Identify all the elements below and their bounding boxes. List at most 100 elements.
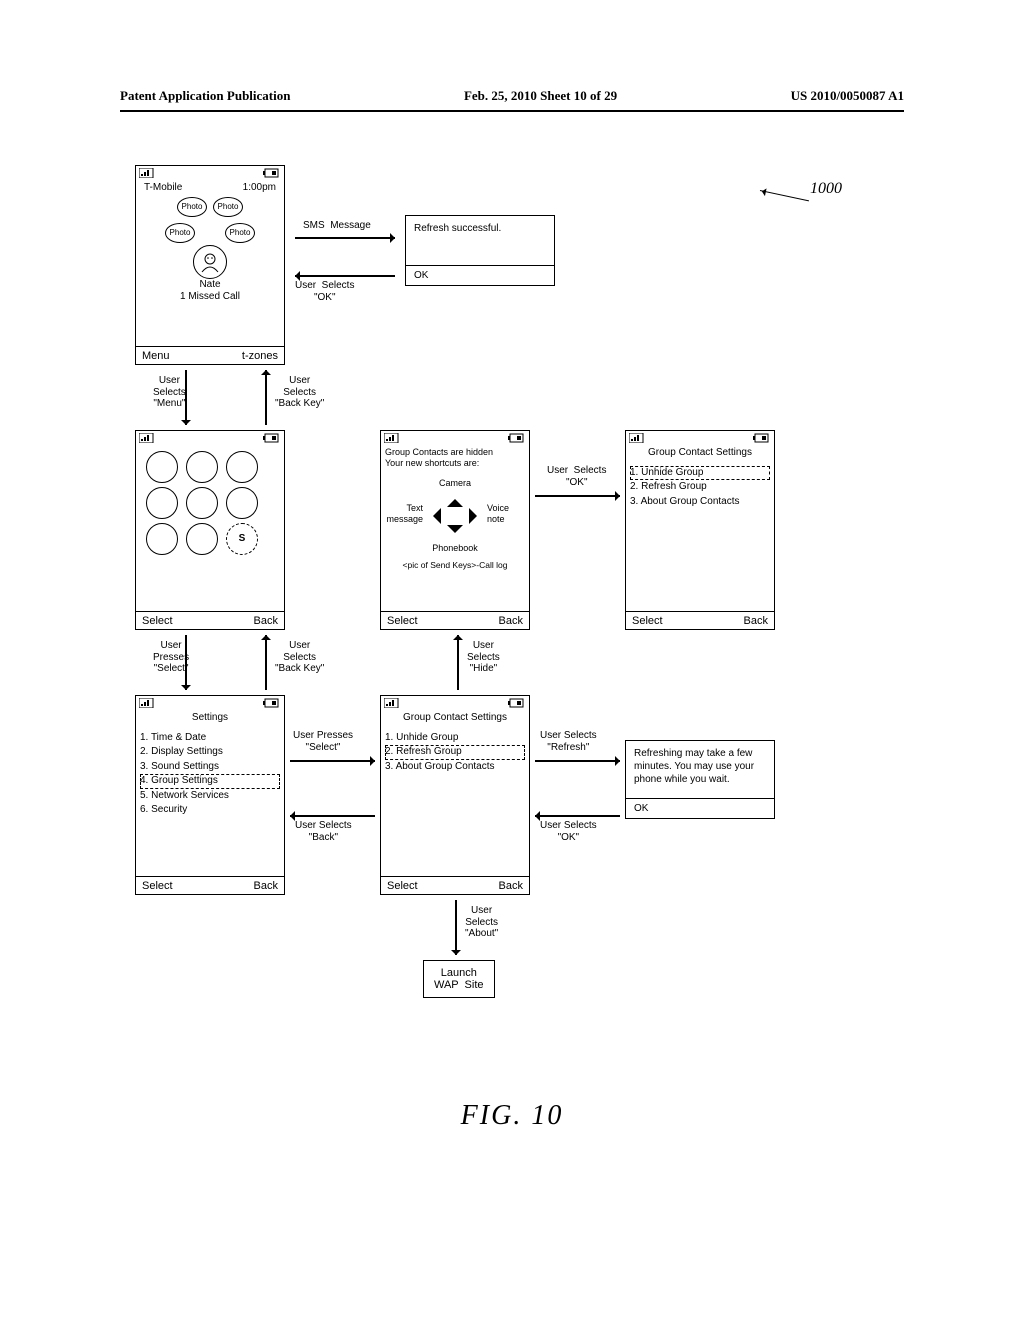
- softkey-left[interactable]: Select: [387, 880, 418, 892]
- menu-row: [146, 451, 274, 483]
- list-item[interactable]: 4. Group Settings: [140, 774, 280, 789]
- home-screen: T-Mobile 1:00pm Photo Photo Photo Photo …: [135, 165, 285, 365]
- label-user-menu: User Selects "Menu": [153, 375, 186, 410]
- shortcuts-line1: Group Contacts are hidden: [385, 447, 525, 458]
- shortcut-down: Phonebook: [385, 543, 525, 554]
- battery-icon: [508, 698, 526, 708]
- page-header: Patent Application Publication Feb. 25, …: [120, 88, 904, 104]
- settings-screen: Settings 1. Time & Date 2. Display Setti…: [135, 695, 285, 895]
- menu-item[interactable]: [186, 451, 218, 483]
- carrier-name: T-Mobile: [144, 182, 182, 195]
- signal-icon: [139, 433, 155, 443]
- menu-item[interactable]: [146, 451, 178, 483]
- menu-row: [146, 487, 274, 519]
- signal-icon: [629, 433, 645, 443]
- arrow-back-up-2: [265, 635, 267, 690]
- photo-slot[interactable]: Photo: [177, 197, 207, 217]
- header-left: Patent Application Publication: [120, 88, 290, 104]
- arrow-back-left: [290, 815, 375, 817]
- arrow-select-right: [290, 760, 375, 762]
- battery-icon: [263, 433, 281, 443]
- settings-letter: S: [239, 533, 246, 546]
- contact-avatar[interactable]: [193, 245, 227, 279]
- list-item[interactable]: 3. About Group Contacts: [630, 495, 770, 510]
- carrier-row: T-Mobile 1:00pm: [140, 182, 280, 195]
- contact-subtext: 1 Missed Call: [140, 291, 280, 304]
- shortcut-left: Text message: [385, 503, 423, 526]
- list-item[interactable]: 1. Unhide Group: [385, 731, 525, 746]
- screen-title: Group Contact Settings: [630, 447, 770, 460]
- list-item[interactable]: 1. Unhide Group: [630, 466, 770, 481]
- list-item[interactable]: 3. About Group Contacts: [385, 760, 525, 775]
- signal-icon: [139, 168, 155, 178]
- menu-item[interactable]: [226, 451, 258, 483]
- softkey-right[interactable]: Back: [254, 880, 278, 892]
- menu-item[interactable]: [146, 487, 178, 519]
- arrow-back-up-1: [265, 370, 267, 425]
- softkey-right[interactable]: Back: [499, 880, 523, 892]
- menu-item[interactable]: [226, 487, 258, 519]
- list-item[interactable]: 2. Refresh Group: [385, 745, 525, 760]
- shortcut-send: <pic of Send Keys>-Call log: [385, 560, 525, 571]
- main-menu-screen: S Select Back: [135, 430, 285, 630]
- label-hide: User Selects "Hide": [467, 640, 500, 675]
- label-sms-message: SMS Message: [303, 220, 371, 232]
- signal-icon: [384, 433, 400, 443]
- softkey-right[interactable]: Back: [499, 615, 523, 627]
- header-rule: [120, 110, 904, 112]
- softkey-right[interactable]: t-zones: [242, 350, 278, 362]
- list-item[interactable]: 3. Sound Settings: [140, 760, 280, 775]
- figure-canvas: T-Mobile 1:00pm Photo Photo Photo Photo …: [135, 165, 895, 1065]
- group-settings-bottom-screen: Group Contact Settings 1. Unhide Group 2…: [380, 695, 530, 895]
- list-item[interactable]: 1. Time & Date: [140, 731, 280, 746]
- menu-item-settings[interactable]: S: [226, 523, 258, 555]
- photo-row-mid: Photo Photo: [140, 223, 280, 243]
- menu-item[interactable]: [186, 487, 218, 519]
- group-settings-top-screen: Group Contact Settings 1. Unhide Group 2…: [625, 430, 775, 630]
- softkey-right[interactable]: Back: [254, 615, 278, 627]
- softkey-left[interactable]: Select: [142, 615, 173, 627]
- arrow-ok-fwd: [535, 495, 620, 497]
- list-item[interactable]: 6. Security: [140, 803, 280, 818]
- photo-row-top: Photo Photo: [140, 197, 280, 217]
- screen-title: Settings: [140, 712, 280, 725]
- softkey-left[interactable]: Select: [142, 880, 173, 892]
- popup-text: Refreshing may take a few minutes. You m…: [634, 747, 766, 786]
- popup-text: Refresh successful.: [414, 222, 546, 235]
- label-press-select: User Presses "Select": [153, 640, 189, 675]
- label-user-ok-fwd: User Selects "OK": [547, 465, 606, 488]
- arrow-select-down: [185, 635, 187, 690]
- label-user-ok-back: User Selects "OK": [295, 280, 354, 303]
- shortcut-right: Voice note: [487, 503, 521, 526]
- battery-icon: [263, 168, 281, 178]
- softkey-left[interactable]: Select: [632, 615, 663, 627]
- photo-slot[interactable]: Photo: [225, 223, 255, 243]
- status-bar: [136, 166, 284, 180]
- popup-ok-button[interactable]: OK: [626, 798, 774, 818]
- dpad-icon: Text message Voice note: [425, 491, 485, 541]
- arrow-about-down: [455, 900, 457, 955]
- figure-caption: FIG. 10: [0, 1100, 1024, 1132]
- popup-refresh-ok: Refresh successful. OK: [405, 215, 555, 286]
- label-refresh: User Selects "Refresh": [540, 730, 597, 753]
- battery-icon: [753, 433, 771, 443]
- menu-item[interactable]: [186, 523, 218, 555]
- photo-slot[interactable]: Photo: [165, 223, 195, 243]
- list-item[interactable]: 2. Refresh Group: [630, 480, 770, 495]
- popup-ok-button[interactable]: OK: [406, 265, 554, 285]
- list-item[interactable]: 2. Display Settings: [140, 745, 280, 760]
- contact-name: Nate: [140, 279, 280, 292]
- list-item[interactable]: 5. Network Services: [140, 789, 280, 804]
- softkey-right[interactable]: Back: [744, 615, 768, 627]
- shortcuts-screen: Group Contacts are hidden Your new short…: [380, 430, 530, 630]
- header-right: US 2010/0050087 A1: [791, 88, 904, 104]
- photo-slot[interactable]: Photo: [213, 197, 243, 217]
- arrow-ok-back: [295, 275, 395, 277]
- menu-item[interactable]: [146, 523, 178, 555]
- softkey-left[interactable]: Select: [387, 615, 418, 627]
- softkey-left[interactable]: Menu: [142, 350, 170, 362]
- signal-icon: [384, 698, 400, 708]
- popup-refresh-wait: Refreshing may take a few minutes. You m…: [625, 740, 775, 819]
- shortcut-up: Camera: [385, 478, 525, 489]
- arrow-ok-left: [535, 815, 620, 817]
